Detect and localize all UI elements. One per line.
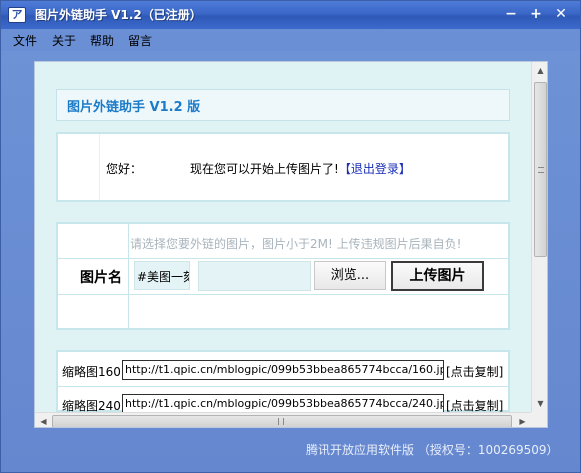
minimize-button[interactable]: −: [504, 7, 518, 22]
footer-text: 腾讯开放应用软件版 （授权号：100269509）: [306, 443, 559, 457]
app-window: ア 图片外链助手 V1.2（已注册） − + ✕ 文件 关于 帮助 留言 图片外…: [0, 0, 581, 473]
upload-hint: 请选择您要外链的图片，图片小于2M! 上传违规图片后果自负!: [130, 237, 462, 251]
title-bar[interactable]: ア 图片外链助手 V1.2（已注册） − + ✕: [1, 1, 580, 29]
menu-help[interactable]: 帮助: [90, 32, 114, 49]
logout-link[interactable]: 【退出登录】: [339, 162, 411, 176]
close-button[interactable]: ✕: [554, 7, 568, 22]
scroll-left-arrow-icon[interactable]: ◀: [36, 414, 51, 427]
content-area: 图片外链助手 V1.2 版 您好： 现在您可以开始上传图片了!【退出登录】 请选…: [35, 62, 531, 414]
grip-icon: [538, 167, 544, 173]
greeting-label: 您好：: [106, 162, 143, 176]
page-title: 图片外链助手 V1.2 版: [67, 100, 201, 115]
scroll-right-arrow-icon[interactable]: ▶: [515, 414, 530, 427]
greeting-message: 现在您可以开始上传图片了!【退出登录】: [190, 160, 411, 177]
vertical-scrollbar[interactable]: ▲ ▼: [531, 62, 547, 412]
horizontal-scrollbar[interactable]: ◀ ▶: [35, 412, 531, 427]
scroll-down-arrow-icon[interactable]: ▼: [533, 396, 547, 411]
link-url-field[interactable]: http://t1.qpic.cn/mblogpic/099b53bbea865…: [122, 360, 444, 380]
vertical-scroll-thumb[interactable]: [534, 82, 547, 257]
greeting-box: 您好： 现在您可以开始上传图片了!【退出登录】: [56, 132, 510, 202]
menu-about[interactable]: 关于: [52, 32, 76, 49]
grip-icon: [278, 418, 284, 425]
picture-name-label: 图片名: [80, 270, 122, 286]
grid-divider: [58, 294, 508, 295]
horizontal-scroll-thumb[interactable]: [52, 415, 512, 427]
upload-button[interactable]: 上传图片: [391, 261, 484, 291]
main-panel: 图片外链助手 V1.2 版 您好： 现在您可以开始上传图片了!【退出登录】 请选…: [34, 61, 548, 428]
grid-divider: [128, 224, 129, 328]
grid-divider: [58, 386, 508, 387]
file-path-input[interactable]: [198, 261, 311, 291]
menu-message[interactable]: 留言: [128, 32, 152, 49]
greeting-text: 现在您可以开始上传图片了!: [190, 162, 339, 176]
scroll-up-arrow-icon[interactable]: ▲: [533, 63, 547, 78]
browse-button[interactable]: 浏览...: [314, 261, 386, 290]
links-box: 缩略图160 http://t1.qpic.cn/mblogpic/099b53…: [56, 350, 510, 414]
scroll-corner: [531, 412, 547, 427]
menu-file[interactable]: 文件: [13, 32, 37, 49]
header-box: 图片外链助手 V1.2 版: [56, 89, 510, 121]
copy-link[interactable]: [点击复制]: [446, 363, 503, 380]
link-label: 缩略图160: [62, 365, 121, 379]
picture-name-input[interactable]: #美图一刻: [134, 261, 190, 290]
app-logo-icon: ア: [8, 7, 26, 23]
grid-divider: [58, 258, 508, 259]
upload-box: 请选择您要外链的图片，图片小于2M! 上传违规图片后果自负! 图片名 #美图一刻…: [56, 222, 510, 330]
window-title: 图片外链助手 V1.2（已注册）: [35, 8, 202, 22]
menu-bar: 文件 关于 帮助 留言: [1, 29, 580, 51]
link-url-field[interactable]: http://t1.qpic.cn/mblogpic/099b53bbea865…: [122, 394, 444, 414]
avatar: [58, 134, 100, 200]
maximize-button[interactable]: +: [529, 7, 543, 22]
